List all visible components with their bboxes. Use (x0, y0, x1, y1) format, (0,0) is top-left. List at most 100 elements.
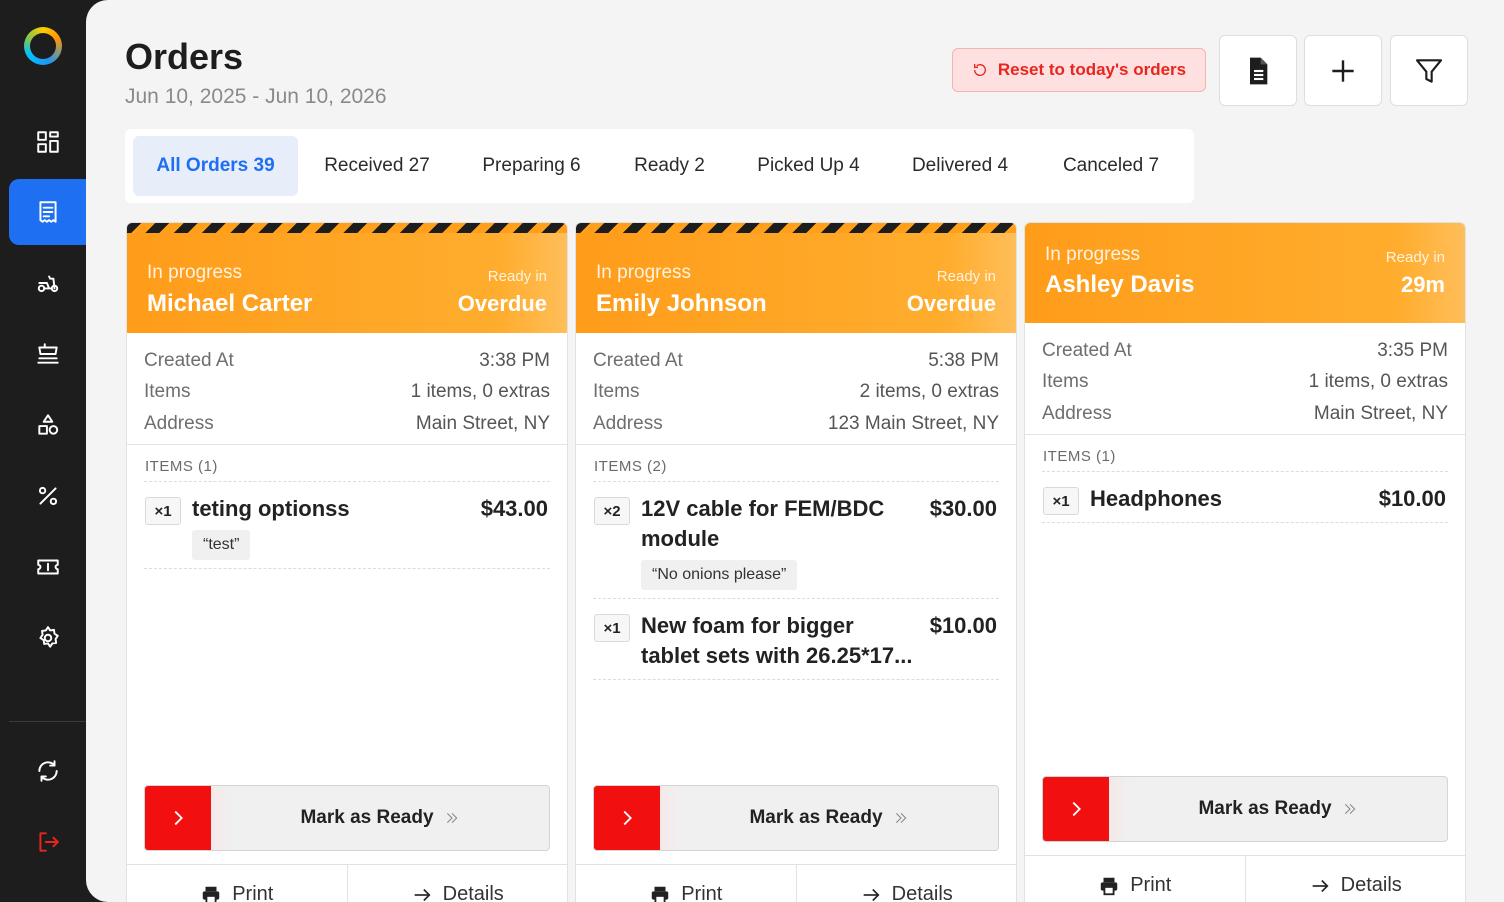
item-price: $30.00 (929, 496, 997, 521)
address-label: Address (1042, 402, 1112, 424)
export-document-button[interactable] (1219, 35, 1297, 106)
details-button[interactable]: Details (797, 865, 1017, 902)
print-label: Print (681, 883, 723, 902)
mark-as-ready-button[interactable]: Mark as Ready (593, 785, 999, 851)
item-name: teting optionss (192, 496, 350, 521)
order-card: In progress Emily Johnson Ready in Overd… (575, 222, 1017, 902)
sidebar-item-orders[interactable] (9, 179, 86, 245)
ready-in-value: Overdue (457, 291, 547, 316)
order-card-header: In progress Emily Johnson Ready in Overd… (576, 233, 1016, 333)
order-card-header: In progress Ashley Davis Ready in 29m (1025, 223, 1465, 323)
items-value: 1 items, 0 extras (1308, 371, 1448, 393)
address-value: Main Street, NY (1313, 402, 1448, 424)
details-label: Details (891, 883, 953, 902)
double-chevron-icon (895, 812, 906, 824)
tab-ready[interactable]: Ready 2 (613, 136, 726, 196)
reset-icon (973, 64, 986, 76)
ready-in-label: Ready in (936, 268, 996, 285)
filter-icon (1415, 58, 1443, 83)
sidebar-item-delivery[interactable] (9, 250, 86, 316)
order-card-footer: Print Details (576, 864, 1016, 902)
address-value: Main Street, NY (415, 412, 550, 434)
ready-in-value: Overdue (906, 291, 996, 316)
list-item: ×1 New foam for bigger tablet sets with … (593, 599, 999, 680)
item-note: “test” (192, 530, 251, 560)
tab-received[interactable]: Received 27 (305, 136, 449, 196)
details-button[interactable]: Details (1246, 856, 1466, 902)
item-quantity: ×1 (145, 497, 181, 525)
customer-name: Michael Carter (147, 290, 313, 317)
created-at-value: 3:35 PM (1377, 339, 1448, 361)
order-info: Created At 3:35 PM Items 1 items, 0 extras… (1025, 323, 1465, 435)
details-label: Details (442, 883, 504, 902)
items-header: ITEMS (1) (144, 445, 550, 482)
date-range[interactable]: Jun 10, 2025 - Jun 10, 2026 (125, 85, 387, 109)
list-item: ×1 Headphones $10.00 (1042, 472, 1448, 523)
item-note: “No onions please” (641, 560, 798, 590)
details-button[interactable]: Details (348, 865, 568, 902)
sidebar-item-dashboard[interactable] (9, 109, 86, 175)
swipe-handle[interactable] (594, 786, 660, 850)
chevron-right-icon (174, 810, 183, 826)
chevron-right-icon (1072, 801, 1081, 817)
print-button[interactable]: Print (127, 865, 348, 902)
ticket-icon (36, 559, 59, 575)
refresh-icon (37, 760, 58, 782)
double-chevron-icon (1344, 803, 1355, 815)
chevron-right-icon (623, 810, 632, 826)
tab-preparing[interactable]: Preparing 6 (461, 136, 602, 196)
sidebar-item-coupons[interactable] (9, 534, 86, 600)
items-label: Items (593, 381, 640, 403)
swipe-handle[interactable] (1043, 777, 1109, 841)
item-price: $43.00 (480, 496, 548, 521)
items-value: 2 items, 0 extras (859, 381, 999, 403)
reset-orders-button[interactable]: Reset to today's orders (952, 48, 1206, 92)
order-card-footer: Print Details (1025, 855, 1465, 902)
order-card: In progress Michael Carter Ready in Over… (126, 222, 568, 902)
item-price: $10.00 (929, 613, 997, 638)
page-title: Orders (125, 36, 244, 77)
tab-picked-up[interactable]: Picked Up 4 (738, 136, 879, 196)
arrow-right-icon (414, 888, 431, 901)
app-logo (24, 27, 62, 65)
customer-name: Emily Johnson (596, 290, 767, 317)
printer-icon (202, 886, 220, 902)
sidebar-item-catalog[interactable] (9, 392, 86, 458)
gear-icon (38, 626, 59, 648)
mark-as-ready-label: Mark as Ready (300, 807, 434, 828)
order-info: Created At 5:38 PM Items 2 items, 0 extras… (576, 333, 1016, 445)
created-at-value: 3:38 PM (479, 349, 550, 371)
ready-in-label: Ready in (487, 268, 547, 285)
sidebar-item-kitchen[interactable] (9, 321, 86, 387)
main-content: Orders Jun 10, 2025 - Jun 10, 2026 Reset… (86, 0, 1504, 902)
sidebar-item-sync[interactable] (9, 738, 86, 804)
percent-icon (38, 486, 57, 506)
mark-as-ready-button[interactable]: Mark as Ready (1042, 776, 1448, 842)
sidebar-item-discounts[interactable] (9, 463, 86, 529)
address-label: Address (593, 412, 663, 434)
filter-button[interactable] (1390, 35, 1468, 106)
tab-all-orders[interactable]: All Orders 39 (133, 136, 298, 196)
printer-icon (1100, 877, 1118, 895)
print-button[interactable]: Print (576, 865, 797, 902)
print-label: Print (232, 883, 274, 902)
tab-delivered[interactable]: Delivered 4 (891, 136, 1029, 196)
swipe-handle[interactable] (145, 786, 211, 850)
items-label: Items (1042, 371, 1089, 393)
print-button[interactable]: Print (1025, 856, 1246, 902)
item-name: 12V cable for FEM/BDC module (641, 496, 885, 551)
mark-as-ready-button[interactable]: Mark as Ready (144, 785, 550, 851)
order-card: In progress Ashley Davis Ready in 29m Cr… (1024, 222, 1466, 902)
sidebar (0, 0, 86, 902)
overdue-stripe (576, 223, 1016, 233)
sidebar-item-logout[interactable] (9, 809, 86, 875)
order-status: In progress (596, 262, 692, 283)
sidebar-item-settings[interactable] (9, 605, 86, 671)
add-order-button[interactable] (1304, 35, 1382, 106)
sidebar-divider (9, 721, 86, 722)
mark-as-ready-label: Mark as Ready (1198, 798, 1332, 819)
order-items: ITEMS (1) ×1 Headphones $10.00 (1025, 435, 1465, 523)
tab-canceled[interactable]: Canceled 7 (1043, 136, 1179, 196)
address-value: 123 Main Street, NY (827, 412, 999, 434)
dashboard-icon (36, 131, 59, 153)
